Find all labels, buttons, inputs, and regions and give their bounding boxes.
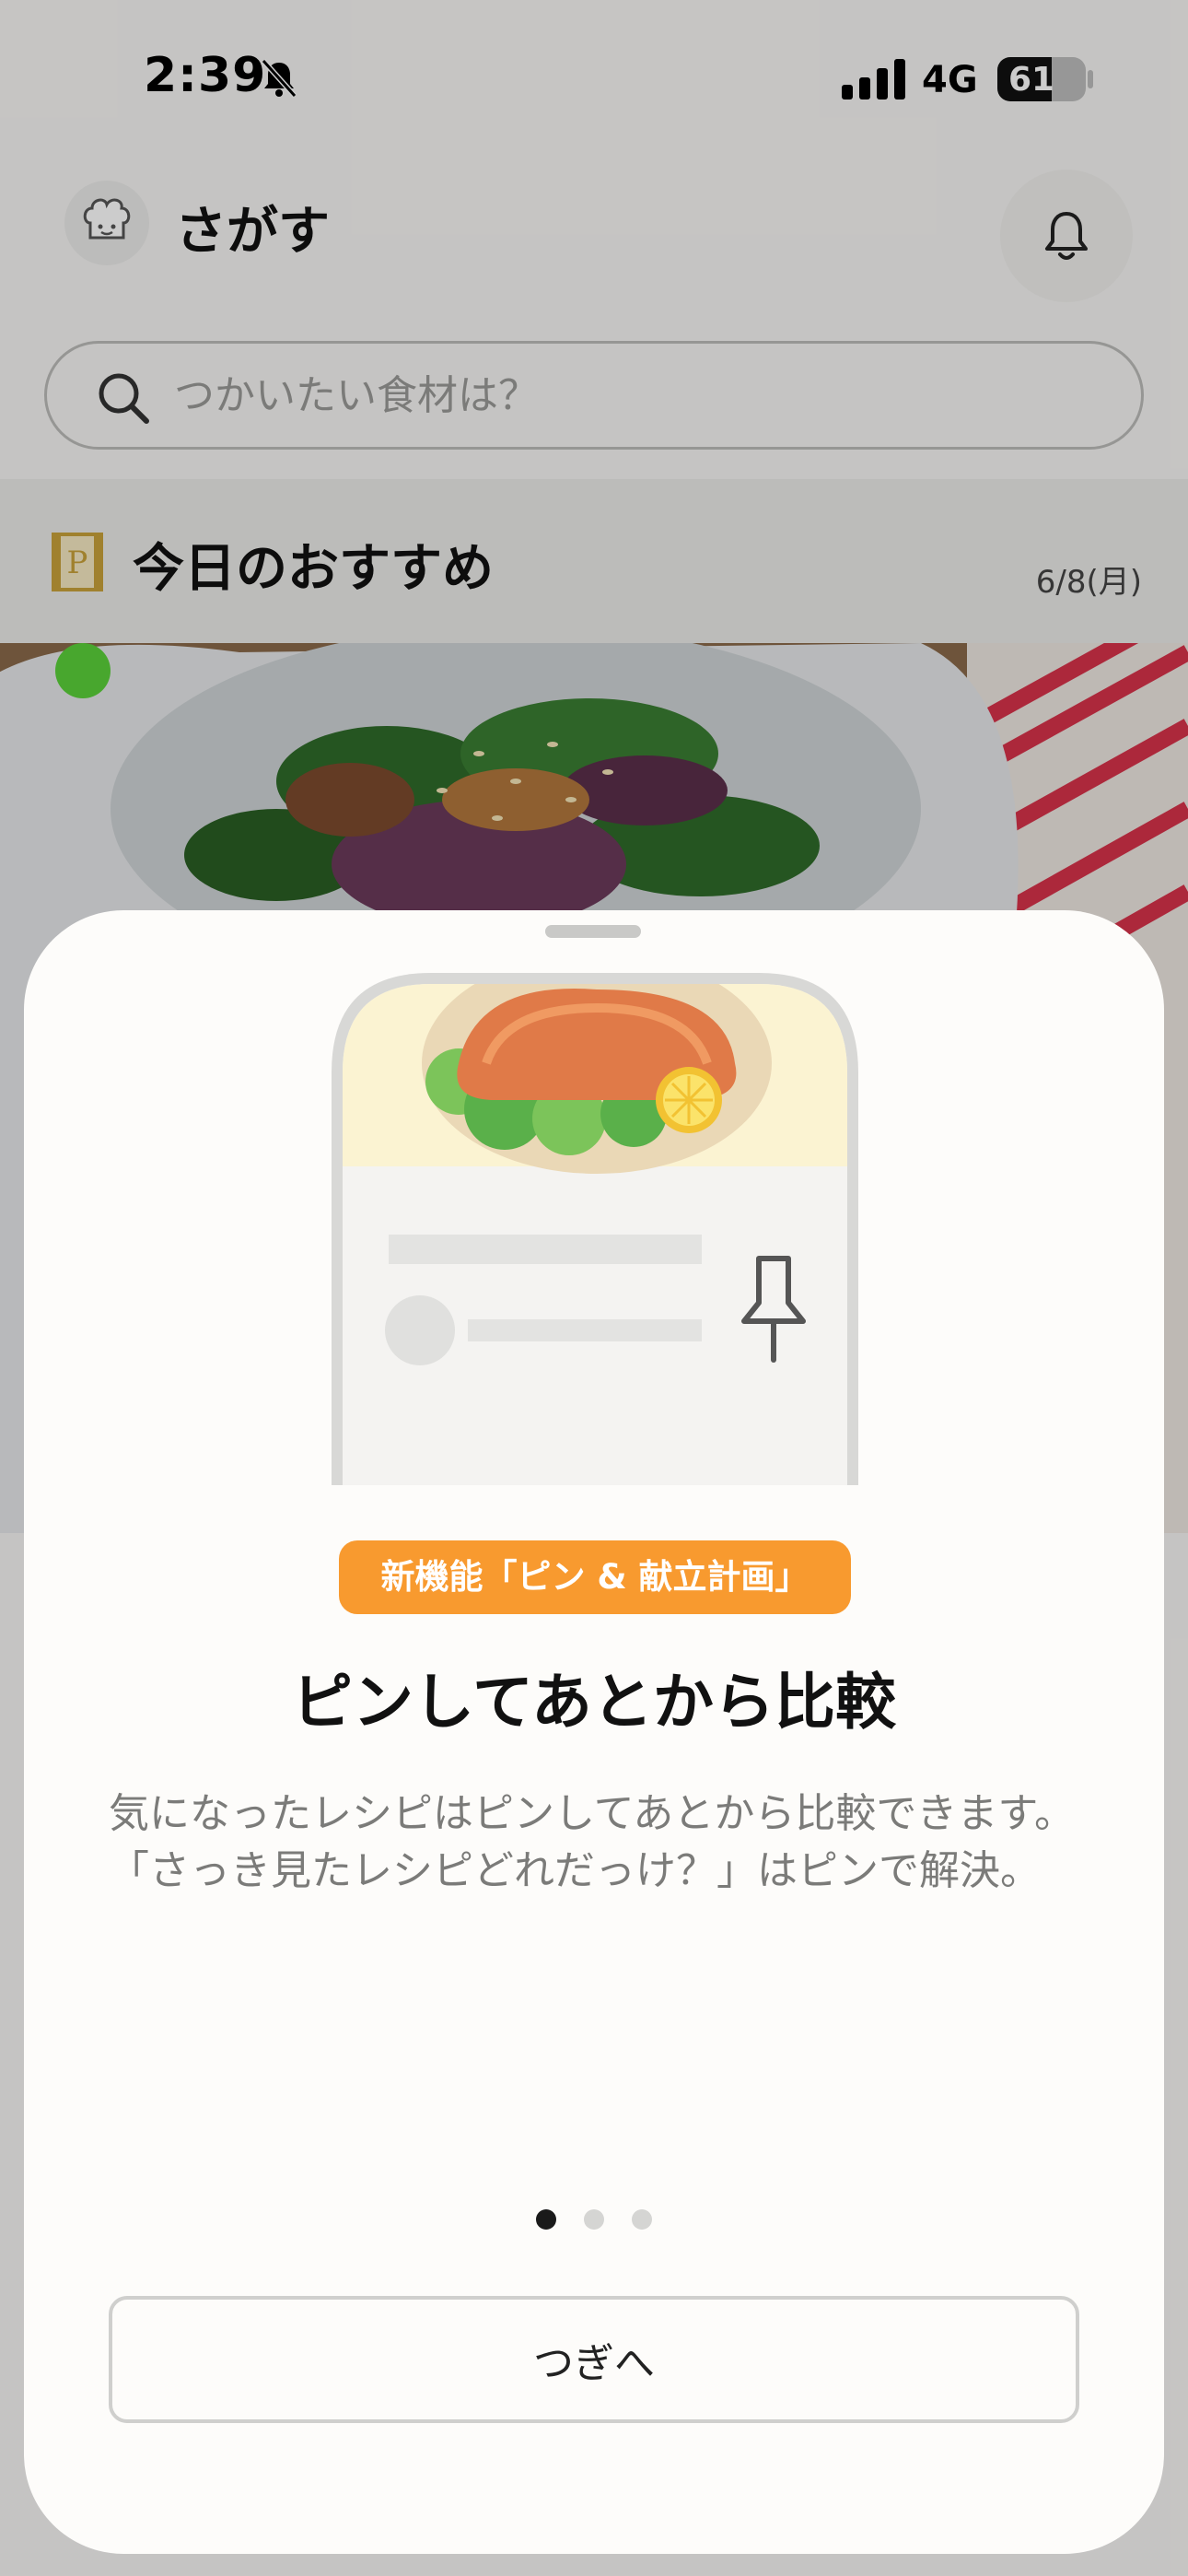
sheet-title: ピンしてあとから比較 [291,1667,897,1738]
sheet-description: 気になったレシピはピンしてあとから比較できます。「さっき見たレシピどれだっけ？」… [109,1790,1075,1894]
page-dot-2[interactable] [584,2209,604,2230]
phone-illustration [332,973,858,1485]
feature-tag: 新機能「ピン & 献立計画」 [339,1540,851,1614]
page-dot-3[interactable] [632,2209,652,2230]
onboarding-sheet: 新機能「ピン & 献立計画」 ピンしてあとから比較 気になったレシピはピンしてあ… [24,910,1164,2554]
page-indicator[interactable] [24,2209,1164,2231]
page-dot-1[interactable] [536,2209,556,2230]
next-button[interactable]: つぎへ [109,2296,1079,2423]
sheet-grabber[interactable] [545,925,641,938]
